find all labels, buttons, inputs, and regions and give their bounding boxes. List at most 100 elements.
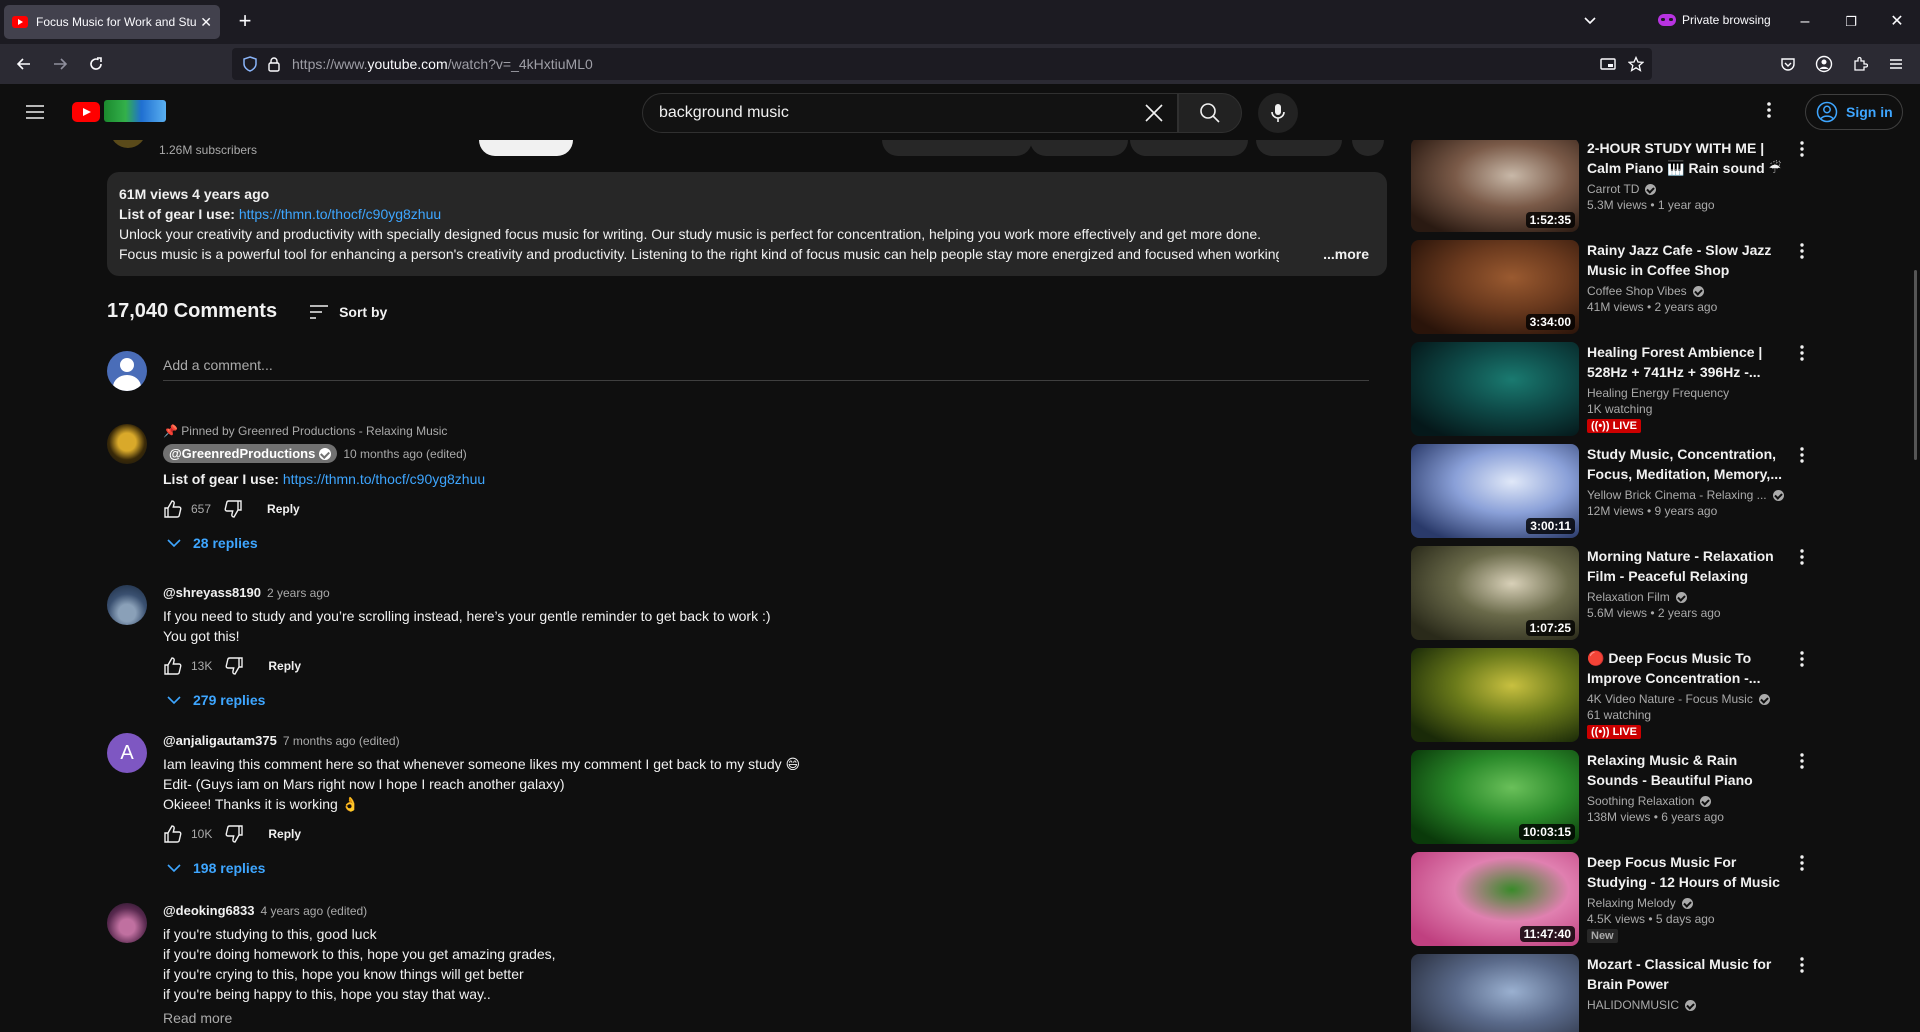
- video-channel[interactable]: Relaxing Melody: [1587, 896, 1787, 910]
- list-all-tabs-icon[interactable]: [1582, 12, 1598, 28]
- video-thumbnail[interactable]: 1:52:35: [1411, 140, 1579, 232]
- tab-close-icon[interactable]: ✕: [200, 14, 212, 31]
- commenter-avatar[interactable]: [107, 424, 147, 464]
- download-button[interactable]: [1130, 140, 1248, 156]
- reply-button[interactable]: Reply: [268, 827, 301, 841]
- comment-time[interactable]: 2 years ago: [267, 586, 330, 600]
- video-action-menu-icon[interactable]: [1799, 140, 1805, 158]
- search-button[interactable]: [1178, 93, 1242, 133]
- video-thumbnail[interactable]: [1411, 954, 1579, 1032]
- video-thumbnail[interactable]: [1411, 342, 1579, 436]
- settings-more-icon[interactable]: [1766, 100, 1772, 120]
- view-replies-button[interactable]: 198 replies: [167, 860, 1363, 876]
- clear-search-icon[interactable]: [1143, 102, 1165, 124]
- back-icon[interactable]: [12, 52, 36, 76]
- picture-in-picture-icon[interactable]: [1600, 56, 1616, 72]
- video-action-menu-icon[interactable]: [1799, 242, 1805, 260]
- video-action-menu-icon[interactable]: [1799, 956, 1805, 974]
- subscribe-button[interactable]: [479, 140, 573, 156]
- reload-icon[interactable]: [84, 52, 108, 76]
- save-button[interactable]: [1256, 140, 1342, 156]
- video-action-menu-icon[interactable]: [1799, 854, 1805, 872]
- add-comment-input[interactable]: Add a comment...: [163, 357, 1369, 381]
- pocket-icon[interactable]: [1776, 52, 1800, 76]
- video-channel[interactable]: HALIDONMUSIC: [1587, 998, 1787, 1012]
- comment-link[interactable]: https://thmn.to/thocf/c90yg8zhuu: [283, 471, 485, 487]
- account-icon[interactable]: [1812, 52, 1836, 76]
- video-title[interactable]: 2-HOUR STUDY WITH ME | Calm Piano 🎹 Rain…: [1587, 140, 1787, 178]
- video-title[interactable]: Deep Focus Music For Studying - 12 Hours…: [1587, 852, 1787, 892]
- voice-search-button[interactable]: [1258, 93, 1298, 133]
- video-channel[interactable]: Soothing Relaxation: [1587, 794, 1787, 808]
- address-bar[interactable]: https://www.youtube.com/watch?v=_4kHxtiu…: [232, 48, 1652, 80]
- related-video-item[interactable]: Healing Forest Ambience | 528Hz + 741Hz …: [1411, 342, 1906, 436]
- comment-author[interactable]: @shreyass8190: [163, 585, 261, 600]
- video-title[interactable]: 🔴 Deep Focus Music To Improve Concentrat…: [1587, 648, 1787, 688]
- related-video-item[interactable]: 🔴 Deep Focus Music To Improve Concentrat…: [1411, 648, 1906, 742]
- dislike-icon[interactable]: [224, 824, 244, 844]
- more-actions-button[interactable]: [1352, 140, 1384, 156]
- video-action-menu-icon[interactable]: [1799, 548, 1805, 566]
- video-channel[interactable]: Healing Energy Frequency: [1587, 386, 1787, 400]
- comment-time[interactable]: 7 months ago (edited): [283, 734, 400, 748]
- related-video-item[interactable]: 3:34:00 Rainy Jazz Cafe - Slow Jazz Music…: [1411, 240, 1906, 334]
- video-channel[interactable]: Coffee Shop Vibes: [1587, 284, 1787, 298]
- guide-menu-icon[interactable]: [24, 101, 46, 123]
- comment-author[interactable]: @anjaligautam375: [163, 733, 277, 748]
- related-video-item[interactable]: 1:52:35 2-HOUR STUDY WITH ME | Calm Piano…: [1411, 140, 1906, 232]
- video-action-menu-icon[interactable]: [1799, 752, 1805, 770]
- commenter-avatar[interactable]: [107, 585, 147, 625]
- video-title[interactable]: Healing Forest Ambience | 528Hz + 741Hz …: [1587, 342, 1787, 382]
- video-action-menu-icon[interactable]: [1799, 344, 1805, 362]
- youtube-logo-icon[interactable]: [72, 102, 100, 122]
- related-video-item[interactable]: 1:07:25 Morning Nature - Relaxation Film …: [1411, 546, 1906, 640]
- like-icon[interactable]: [163, 499, 183, 519]
- video-title[interactable]: Mozart - Classical Music for Brain Power: [1587, 954, 1787, 994]
- minimize-button[interactable]: –: [1790, 8, 1820, 36]
- related-video-item[interactable]: 3:00:11 Study Music, Concentration, Focus…: [1411, 444, 1906, 538]
- video-title[interactable]: Morning Nature - Relaxation Film - Peace…: [1587, 546, 1787, 586]
- video-title[interactable]: Rainy Jazz Cafe - Slow Jazz Music in Cof…: [1587, 240, 1787, 280]
- video-thumbnail[interactable]: 3:34:00: [1411, 240, 1579, 334]
- video-channel[interactable]: Carrot TD: [1587, 182, 1787, 196]
- search-box[interactable]: background music: [642, 93, 1178, 133]
- forward-icon[interactable]: [48, 52, 72, 76]
- video-channel[interactable]: Yellow Brick Cinema - Relaxing ...: [1587, 488, 1787, 502]
- share-button[interactable]: [1030, 140, 1128, 156]
- lock-icon[interactable]: [266, 56, 282, 72]
- view-replies-button[interactable]: 279 replies: [167, 692, 1363, 708]
- video-title[interactable]: Study Music, Concentration, Focus, Medit…: [1587, 444, 1787, 484]
- like-icon[interactable]: [163, 656, 183, 676]
- read-more-button[interactable]: Read more: [163, 1010, 1363, 1026]
- tracking-shield-icon[interactable]: [242, 56, 258, 72]
- comment-time[interactable]: 10 months ago (edited): [343, 447, 466, 461]
- video-thumbnail[interactable]: 10:03:15: [1411, 750, 1579, 844]
- commenter-avatar[interactable]: A: [107, 733, 147, 773]
- related-video-item[interactable]: 11:47:40 Deep Focus Music For Studying - …: [1411, 852, 1906, 946]
- video-thumbnail[interactable]: 11:47:40: [1411, 852, 1579, 946]
- video-channel[interactable]: Relaxation Film: [1587, 590, 1787, 604]
- video-thumbnail[interactable]: 3:00:11: [1411, 444, 1579, 538]
- reply-button[interactable]: Reply: [268, 659, 301, 673]
- show-more-button[interactable]: ...more: [1319, 244, 1369, 264]
- sign-in-button[interactable]: Sign in: [1805, 94, 1903, 130]
- browser-tab-active[interactable]: Focus Music for Work and Study ✕: [4, 5, 220, 39]
- comment-time[interactable]: 4 years ago (edited): [260, 904, 367, 918]
- related-video-item[interactable]: Mozart - Classical Music for Brain Power…: [1411, 954, 1906, 1032]
- reply-button[interactable]: Reply: [267, 502, 300, 516]
- channel-avatar[interactable]: [110, 140, 146, 148]
- restore-button[interactable]: ❐: [1836, 8, 1866, 36]
- commenter-avatar[interactable]: [107, 903, 147, 943]
- video-title[interactable]: Relaxing Music & Rain Sounds - Beautiful…: [1587, 750, 1787, 790]
- sort-by-button[interactable]: Sort by: [309, 304, 387, 320]
- author-chip[interactable]: @GreenredProductions: [163, 444, 338, 463]
- video-thumbnail[interactable]: 1:07:25: [1411, 546, 1579, 640]
- extensions-icon[interactable]: [1848, 52, 1872, 76]
- dislike-icon[interactable]: [224, 656, 244, 676]
- gear-link[interactable]: https://thmn.to/thocf/c90yg8zhuu: [239, 206, 441, 222]
- video-description[interactable]: 61M views 4 years ago List of gear I use…: [107, 172, 1387, 276]
- related-video-item[interactable]: 10:03:15 Relaxing Music & Rain Sounds - B…: [1411, 750, 1906, 844]
- app-menu-icon[interactable]: [1884, 52, 1908, 76]
- view-replies-button[interactable]: 28 replies: [167, 535, 1363, 551]
- comment-author[interactable]: @deoking6833: [163, 903, 254, 918]
